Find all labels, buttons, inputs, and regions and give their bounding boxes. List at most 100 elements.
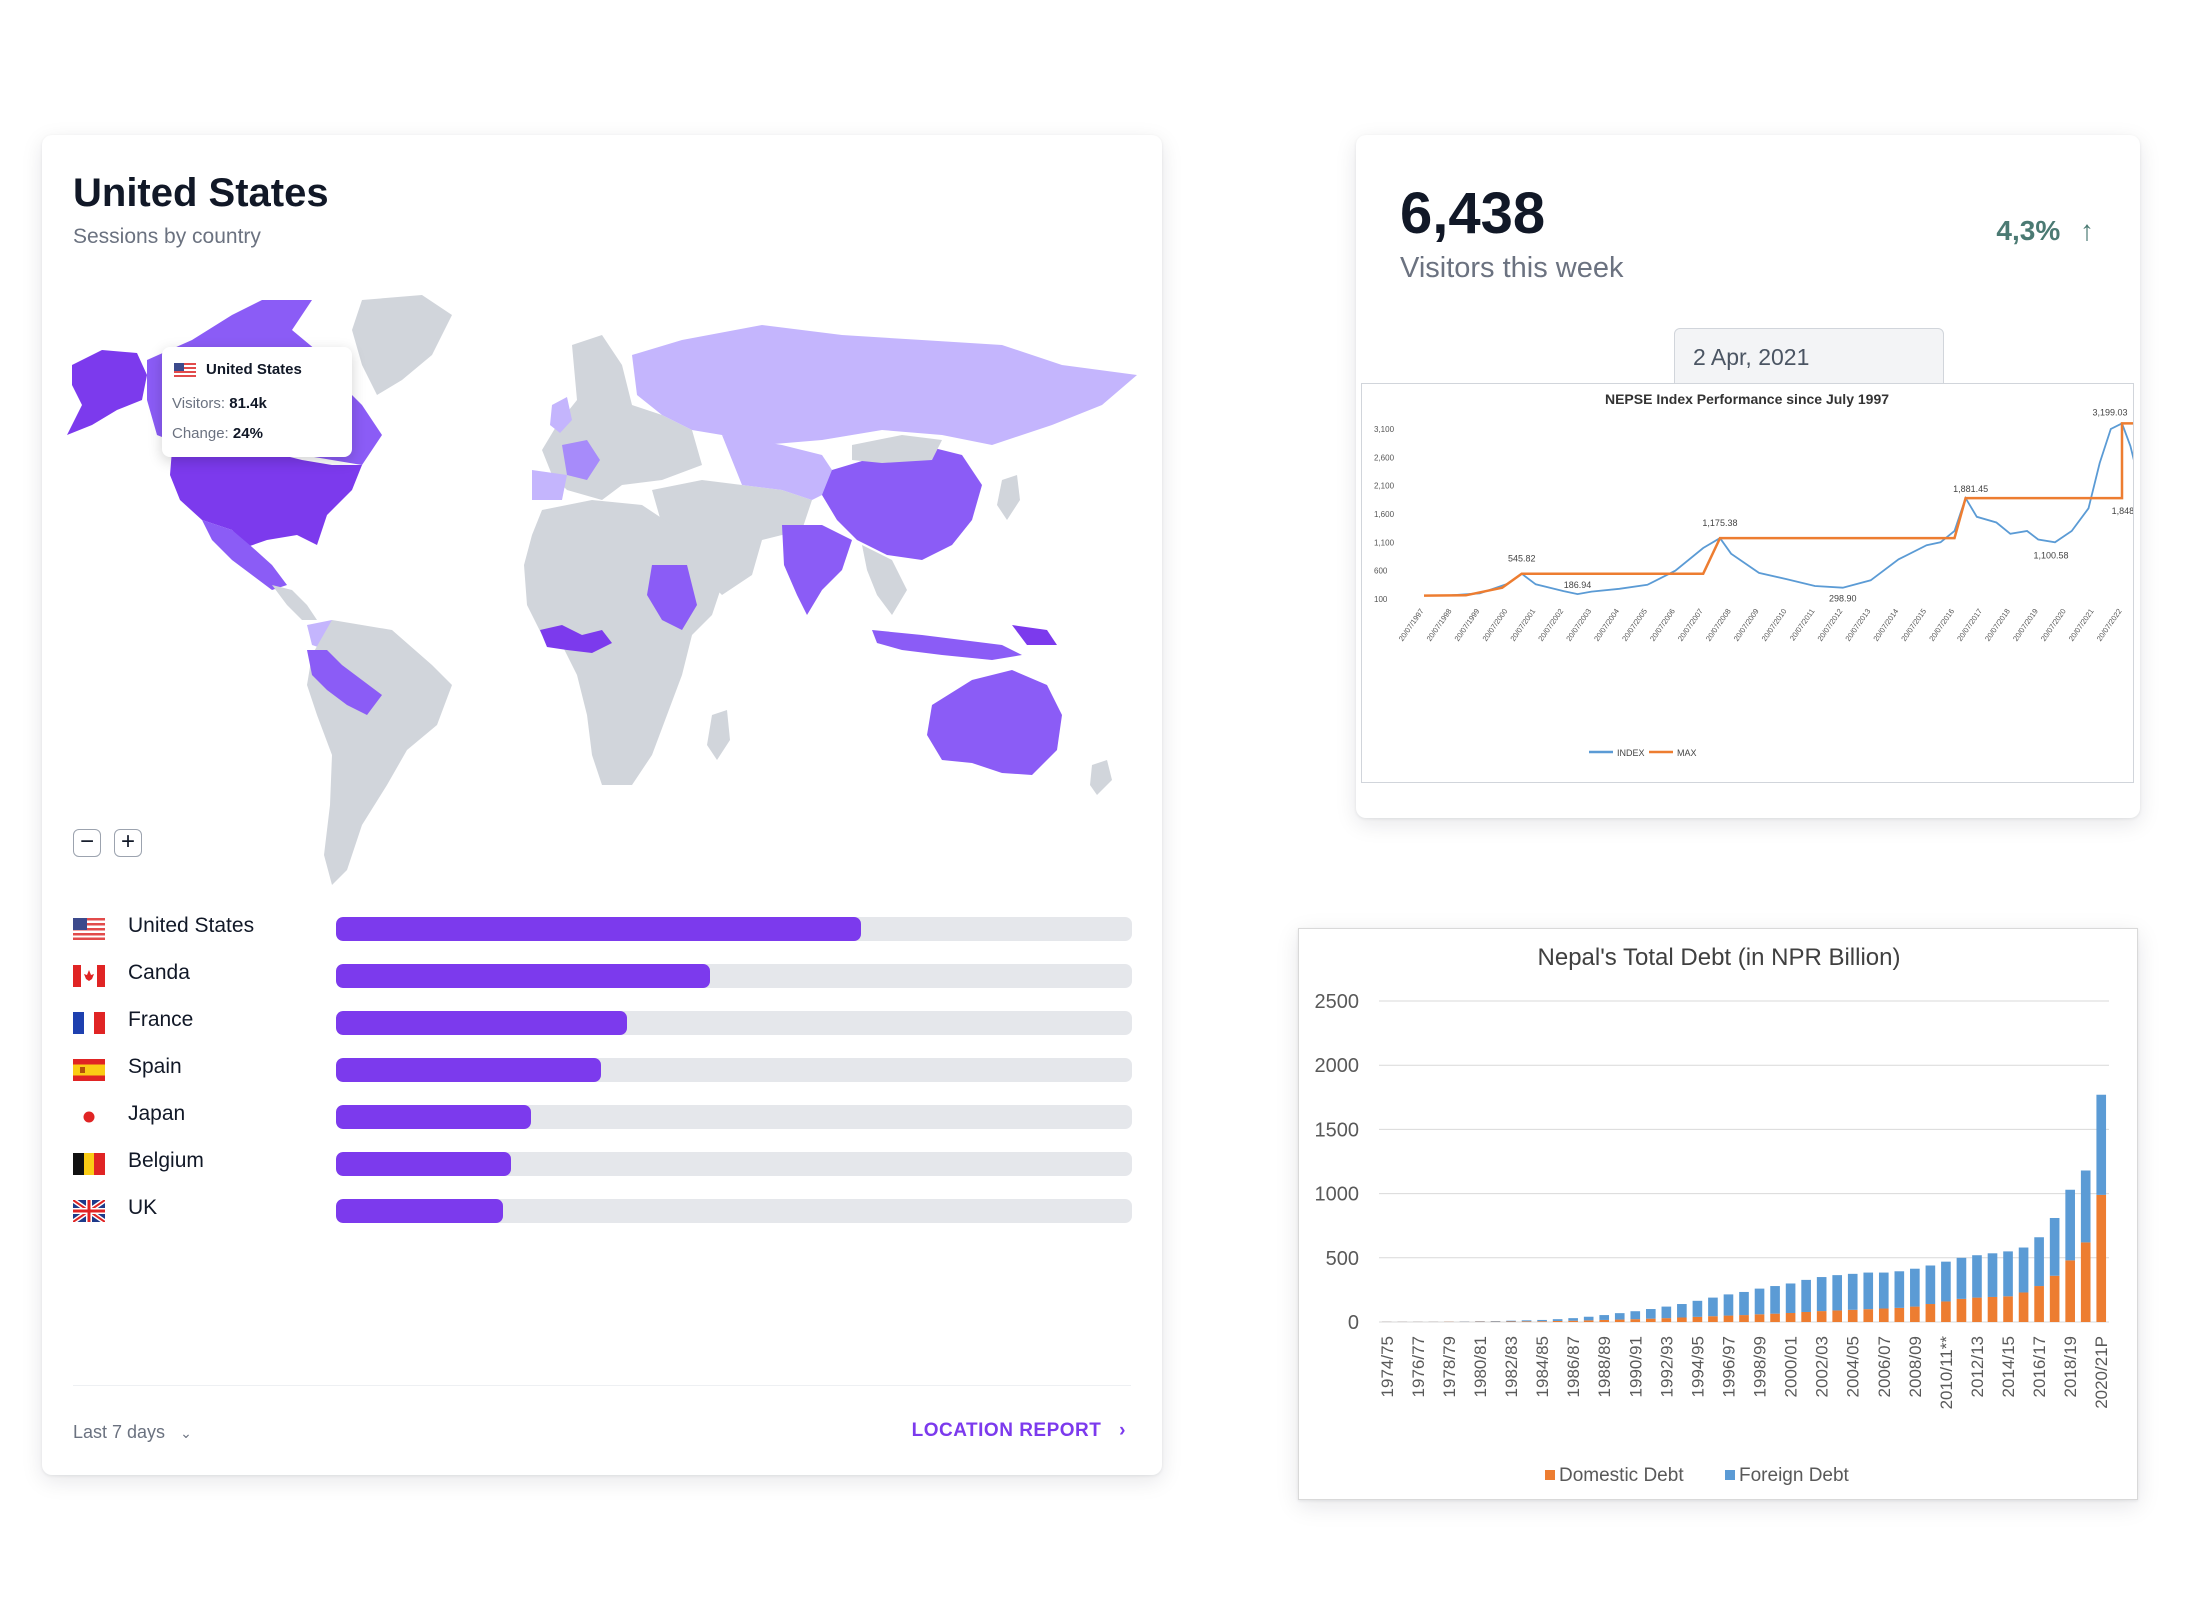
nepse-x-tick: 20/07/2020 (2039, 607, 2068, 643)
period-select[interactable]: Last 7 days ⌄ (73, 1422, 192, 1443)
japan-region[interactable] (997, 475, 1020, 520)
debt-bar-domestic (1599, 1319, 1610, 1322)
debt-bar-domestic (1941, 1301, 1951, 1322)
madagascar-region[interactable] (707, 710, 730, 760)
card-title: United States (73, 171, 329, 215)
country-row[interactable]: Canda (73, 959, 1133, 989)
india-region[interactable] (782, 525, 852, 615)
debt-x-tick: 2020/21P (2092, 1336, 2111, 1409)
debt-bar-domestic (1677, 1317, 1687, 1322)
country-row[interactable]: United States (73, 912, 1133, 942)
country-row[interactable]: Japan (73, 1100, 1133, 1130)
tooltip-country: United States (206, 361, 302, 378)
debt-y-tick: 500 (1326, 1248, 1359, 1270)
russia-region[interactable] (632, 325, 1137, 445)
chevron-down-icon: ⌄ (180, 1425, 192, 1441)
debt-bar-foreign (1770, 1286, 1780, 1314)
country-name: Belgium (128, 1149, 204, 1172)
mongolia-region[interactable] (852, 435, 942, 463)
nepse-x-tick: 20/07/2021 (2067, 607, 2096, 643)
date-tab[interactable]: 2 Apr, 2021 (1674, 328, 1944, 386)
debt-bar-domestic (2034, 1286, 2044, 1322)
debt-y-tick: 1000 (1315, 1184, 1360, 1206)
nepse-chart: NEPSE Index Performance since July 1997 1… (1374, 391, 2150, 758)
debt-x-tick: 2002/03 (1813, 1336, 1832, 1397)
nepse-y-tick: 1,600 (1374, 510, 1395, 519)
country-name: UK (128, 1196, 158, 1219)
debt-bar-domestic (1785, 1313, 1796, 1322)
debt-chart-title: Nepal's Total Debt (in NPR Billion) (1538, 944, 1901, 971)
debt-x-tick: 1978/79 (1440, 1336, 1459, 1397)
debt-x-tick: 1976/77 (1409, 1336, 1428, 1397)
indonesia-region[interactable] (872, 630, 1022, 660)
usa-region[interactable] (170, 450, 362, 547)
nepse-x-tick: 20/07/2002 (1536, 607, 1565, 643)
location-report-link[interactable]: LOCATION REPORT › (912, 1420, 1126, 1442)
nepse-x-tick: 20/07/2012 (1816, 607, 1845, 643)
tooltip-header: United States (174, 361, 302, 378)
debt-bar-foreign (1661, 1306, 1672, 1319)
nepse-data-label: 186.94 (1564, 580, 1592, 590)
nepse-x-tick: 20/07/2006 (1648, 607, 1677, 643)
debt-bar-foreign (1941, 1261, 1951, 1302)
debt-x-tick: 2016/17 (2030, 1336, 2049, 1397)
debt-bar-domestic (1801, 1311, 1811, 1322)
iberia-region[interactable] (532, 470, 567, 500)
card-subtitle: Sessions by country (73, 225, 261, 248)
tooltip-visitors-label: Visitors: (172, 395, 226, 412)
new-guinea-region[interactable] (1012, 625, 1057, 645)
debt-bar-domestic (2096, 1194, 2107, 1322)
debt-x-tick: 1994/95 (1688, 1336, 1707, 1397)
debt-bar-foreign (1987, 1253, 1998, 1297)
belgium-flag-icon (73, 1153, 105, 1175)
tooltip-change-label: Change: (172, 425, 229, 442)
debt-x-tick: 1998/99 (1751, 1336, 1770, 1397)
country-row[interactable]: Spain (73, 1053, 1133, 1083)
country-row[interactable]: UK (73, 1194, 1133, 1224)
country-bar-track (336, 1011, 1132, 1035)
nepse-x-tick: 20/07/2018 (1983, 607, 2012, 643)
nepse-x-tick: 20/07/1999 (1453, 607, 1482, 643)
debt-x-tick: 1992/93 (1657, 1336, 1676, 1397)
debt-bar-domestic (2003, 1296, 2013, 1322)
central-america-region[interactable] (272, 585, 317, 620)
nepse-x-tick: 20/07/2014 (1871, 607, 1900, 643)
debt-x-tick: 2008/09 (1906, 1336, 1925, 1397)
country-bar-fill (336, 1058, 602, 1082)
debt-bar-domestic (1739, 1315, 1749, 1322)
country-name: Spain (128, 1055, 182, 1078)
zoom-in-button[interactable]: + (114, 829, 142, 857)
debt-bar-foreign (2018, 1247, 2029, 1293)
debt-x-tick: 2014/15 (1999, 1336, 2018, 1397)
new-zealand-region[interactable] (1090, 760, 1112, 795)
country-name: Canda (128, 961, 190, 984)
sessions-by-country-card: United States Sessions by country United… (42, 135, 1162, 1475)
country-row[interactable]: Belgium (73, 1147, 1133, 1177)
debt-bar-foreign (2034, 1237, 2044, 1287)
greenland-region[interactable] (352, 295, 452, 395)
debt-bar-foreign (2003, 1251, 2013, 1297)
debt-bar-domestic (1537, 1321, 1547, 1322)
nepse-x-tick: 20/07/1997 (1397, 607, 1426, 643)
country-bar-fill (336, 1011, 627, 1035)
alaska-region[interactable] (67, 350, 147, 435)
map-tooltip: United States Visitors: 81.4k Change: 24… (162, 347, 352, 457)
country-row[interactable]: France (73, 1006, 1133, 1036)
debt-x-tick: 2004/05 (1844, 1336, 1863, 1397)
zoom-out-button[interactable]: − (73, 829, 101, 857)
debt-bar-foreign (1832, 1275, 1843, 1311)
nepse-x-tick: 20/07/2001 (1508, 607, 1537, 643)
nepse-x-tick: 20/07/2013 (1843, 607, 1872, 643)
debt-bar-domestic (1630, 1319, 1641, 1322)
nepse-x-tick: 20/07/2000 (1480, 607, 1509, 643)
debt-bar-domestic (1723, 1315, 1734, 1322)
debt-bar-foreign (1568, 1318, 1578, 1321)
debt-bar-foreign (1785, 1283, 1796, 1314)
australia-region[interactable] (927, 670, 1062, 775)
debt-bar-domestic (1506, 1321, 1516, 1322)
nepse-x-tick: 20/07/2003 (1564, 607, 1593, 643)
debt-bar-domestic (1816, 1311, 1827, 1322)
debt-bar-domestic (2018, 1292, 2029, 1322)
debt-bar-foreign (1552, 1319, 1563, 1321)
debt-bar-domestic (1552, 1320, 1563, 1322)
